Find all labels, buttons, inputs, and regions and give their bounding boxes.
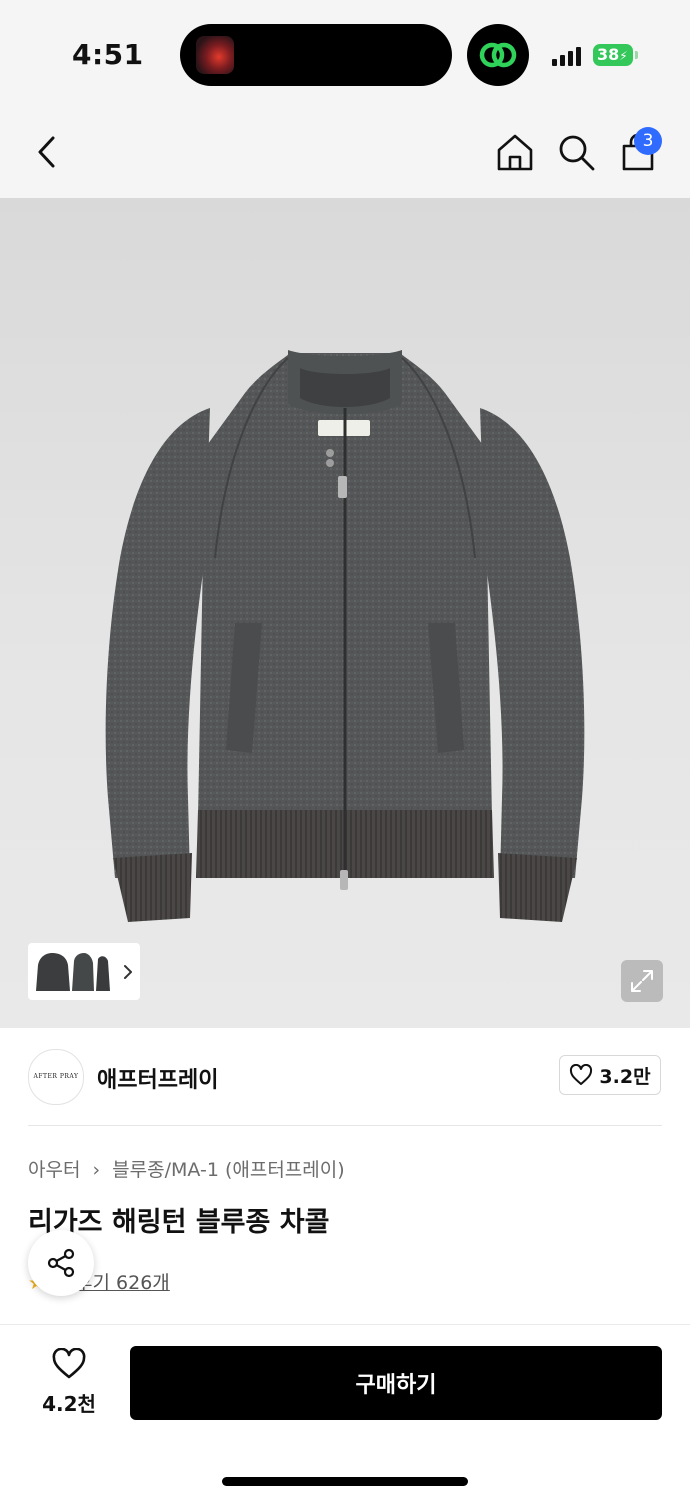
battery-icon: 38⚡ — [593, 44, 633, 66]
search-icon — [559, 135, 595, 171]
search-button[interactable] — [554, 130, 598, 174]
status-time: 4:51 — [72, 38, 144, 71]
breadcrumb-subcategory[interactable]: 블루종/MA-1 (애프터프레이) — [112, 1159, 345, 1181]
now-playing-artwork — [196, 36, 234, 74]
fullscreen-button[interactable] — [621, 960, 663, 1002]
breadcrumb-separator-icon: › — [92, 1159, 101, 1181]
brand-like-count: 3.2만 — [599, 1065, 651, 1088]
app-activity-indicator — [467, 24, 529, 86]
image-thumbnail-strip[interactable] — [28, 943, 140, 1000]
brand-row[interactable]: AFTER PRAY 애프터프레이 3.2만 — [0, 1040, 690, 1114]
heart-icon — [570, 1064, 593, 1085]
wishlist-count: 4.2천 — [42, 1392, 96, 1416]
buy-button[interactable]: 구매하기 — [130, 1346, 662, 1420]
share-button[interactable] — [28, 1230, 94, 1296]
home-button[interactable] — [493, 130, 537, 174]
home-indicator — [222, 1477, 468, 1486]
cellular-signal-icon — [552, 46, 582, 66]
home-icon — [497, 134, 533, 171]
battery-cap — [635, 51, 638, 59]
jacket-illustration — [105, 350, 585, 922]
breadcrumb-category[interactable]: 아우터 — [28, 1159, 80, 1181]
thumbnail-images — [36, 951, 140, 993]
chevron-left-icon — [38, 136, 55, 168]
battery-level: 38 — [597, 45, 620, 64]
link-app-icon — [479, 42, 517, 68]
share-icon — [47, 1248, 75, 1278]
top-navigation — [0, 110, 690, 198]
brand-name[interactable]: 애프터프레이 — [97, 1062, 218, 1094]
heart-icon — [52, 1347, 86, 1379]
breadcrumb: 아우터 › 블루종/MA-1 (애프터프레이) — [28, 1155, 345, 1182]
dynamic-island — [180, 24, 452, 86]
expand-icon — [631, 970, 653, 992]
brand-like-button[interactable]: 3.2만 — [559, 1055, 661, 1095]
product-image[interactable] — [0, 198, 690, 1028]
cart-count-badge: 3 — [634, 127, 662, 155]
wishlist-button[interactable]: 4.2천 — [30, 1347, 108, 1417]
section-divider — [28, 1125, 662, 1126]
back-button[interactable] — [26, 130, 70, 174]
brand-logo[interactable]: AFTER PRAY — [28, 1049, 84, 1105]
bottom-bar-divider — [0, 1324, 690, 1325]
status-bar: 4:51 38⚡ — [0, 0, 690, 110]
